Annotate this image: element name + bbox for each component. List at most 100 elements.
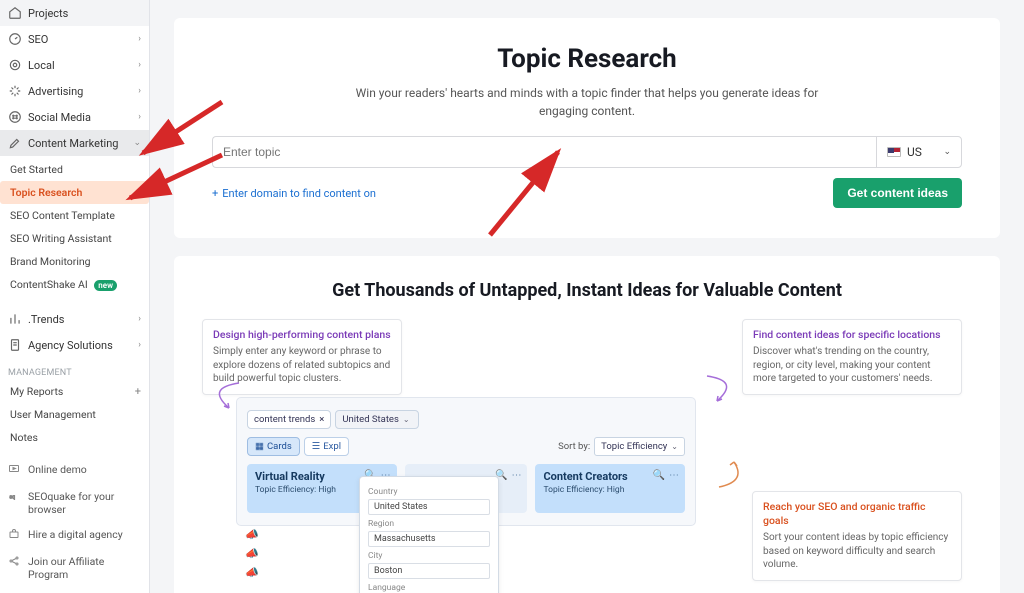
get-content-ideas-button[interactable]: Get content ideas — [833, 178, 962, 208]
chevron-down-icon: ⌄ — [403, 415, 410, 424]
mock-filter-icons: 📣 📣 📣 — [245, 528, 259, 579]
search-icon: 🔍 — [653, 470, 665, 481]
sidebar-item-social[interactable]: Social Media › — [0, 104, 149, 130]
tip-seo-goals: Reach your SEO and organic traffic goals… — [752, 491, 962, 581]
mock-tab-cards: ▦ Cards — [247, 437, 300, 456]
promo-title: Get Thousands of Untapped, Instant Ideas… — [202, 280, 972, 301]
chevron-down-icon: ⌄ — [671, 442, 678, 451]
footer-affiliate[interactable]: Join our Affiliate Program — [0, 549, 149, 587]
topic-input[interactable] — [212, 136, 876, 168]
sidebar-label: Local — [28, 59, 55, 72]
us-flag-icon — [887, 147, 901, 157]
chevron-right-icon: › — [138, 86, 141, 96]
footer-online-demo[interactable]: Online demo — [0, 457, 149, 484]
mock-chip: content trends × — [247, 410, 331, 429]
subitem-topic-research[interactable]: Topic Research — [0, 181, 149, 204]
mock-tab-explorer: ☰ Expl — [304, 437, 349, 456]
hero-card: Topic Research Win your readers' hearts … — [174, 18, 1000, 238]
connector-arrow-icon — [714, 459, 754, 489]
mock-topic-card: 🔍⋯ Content Creators Topic Efficiency: Hi… — [535, 464, 685, 513]
sidebar-item-seo[interactable]: SEO › — [0, 26, 149, 52]
dropdown-value: United States — [368, 499, 490, 515]
search-row: US ⌄ — [212, 136, 962, 168]
dropdown-label: Language — [368, 583, 490, 593]
sidebar-item-trends[interactable]: .Trends › — [0, 306, 149, 332]
plus-icon: + — [212, 187, 218, 200]
play-icon — [8, 463, 22, 478]
bullhorn-icon: 📣 — [245, 528, 259, 541]
mgmt-notes[interactable]: Notes — [0, 426, 149, 449]
tip-title: Reach your SEO and organic traffic goals — [763, 500, 951, 528]
bars-icon — [8, 312, 22, 326]
sparkle-icon — [8, 84, 22, 98]
enter-domain-link[interactable]: + Enter domain to find content on — [212, 187, 376, 200]
sidebar-item-projects[interactable]: Projects — [0, 0, 149, 26]
sidebar-item-advertising[interactable]: Advertising › — [0, 78, 149, 104]
pencil-icon — [8, 136, 22, 150]
subitem-seo-writing-assistant[interactable]: SEO Writing Assistant — [0, 227, 149, 250]
more-icon: ⋯ — [511, 470, 521, 481]
sidebar-label: .Trends — [28, 313, 64, 326]
locale-select[interactable]: US ⌄ — [876, 136, 962, 168]
footer-seoquake[interactable]: sq SEOquake for your browser — [0, 484, 149, 522]
chevron-right-icon: › — [138, 60, 141, 70]
locale-label: US — [907, 145, 922, 159]
subitem-label: ContentShake AI — [10, 278, 88, 291]
mgmt-my-reports[interactable]: My Reports + — [0, 380, 149, 403]
secondary-row: + Enter domain to find content on Get co… — [212, 178, 962, 208]
doc-icon — [8, 338, 22, 352]
new-badge: new — [94, 280, 117, 291]
dropdown-value: Massachusetts — [368, 531, 490, 547]
mock-location-dropdown: Country United States Region Massachuset… — [359, 476, 499, 593]
page-title: Topic Research — [212, 44, 962, 74]
target-icon — [8, 58, 22, 72]
sort-select: Topic Efficiency ⌄ — [594, 437, 685, 456]
sidebar-item-content-marketing[interactable]: Content Marketing ⌄ — [0, 130, 149, 156]
footer-hire-agency[interactable]: Hire a digital agency — [0, 522, 149, 549]
sq-icon: sq — [8, 490, 22, 505]
sidebar-label: Advertising — [28, 85, 83, 98]
mgmt-label: My Reports — [10, 385, 63, 398]
sidebar-item-local[interactable]: Local › — [0, 52, 149, 78]
sidebar-label: Content Marketing — [28, 137, 118, 150]
close-icon: × — [319, 414, 324, 425]
subitem-contentshake-ai[interactable]: ContentShake AI new — [0, 273, 149, 296]
home-icon — [8, 6, 22, 20]
dropdown-value: Boston — [368, 563, 490, 579]
mock-country-label: United States — [342, 414, 399, 425]
more-icon: ⋯ — [669, 470, 679, 481]
topic-efficiency: Topic Efficiency: High — [543, 485, 677, 495]
promo-card: Get Thousands of Untapped, Instant Ideas… — [174, 256, 1000, 593]
chevron-right-icon: › — [138, 34, 141, 44]
tip-title: Design high-performing content plans — [213, 328, 391, 342]
tip-body: Sort your content ideas by topic efficie… — [763, 531, 951, 572]
footer-label: Hire a digital agency — [28, 528, 123, 541]
sidebar-item-agency-solutions[interactable]: Agency Solutions › — [0, 332, 149, 358]
mgmt-user-management[interactable]: User Management — [0, 403, 149, 426]
tip-title: Find content ideas for specific location… — [753, 328, 951, 342]
chevron-down-icon: ⌄ — [943, 147, 951, 157]
subitem-seo-content-template[interactable]: SEO Content Template — [0, 204, 149, 227]
plus-icon[interactable]: + — [135, 385, 141, 398]
sort-label: Sort by: — [558, 441, 590, 452]
dropdown-label: Region — [368, 519, 490, 529]
gauge-icon — [8, 32, 22, 46]
list-icon: ☰ — [312, 441, 321, 452]
share-icon — [8, 555, 22, 570]
sidebar: Projects SEO › Local › Advertising › Soc… — [0, 0, 150, 593]
footer-api[interactable]: Have you seen our new customizable API f… — [0, 587, 149, 593]
bag-icon — [8, 528, 22, 543]
dropdown-label: Country — [368, 487, 490, 497]
sidebar-label: Projects — [28, 7, 68, 20]
subitem-get-started[interactable]: Get Started — [0, 158, 149, 181]
mock-chip-label: content trends — [254, 414, 315, 425]
svg-text:sq: sq — [10, 495, 16, 501]
dropdown-label: City — [368, 551, 490, 561]
grid-icon: ▦ — [255, 441, 264, 452]
chevron-right-icon: › — [138, 340, 141, 350]
tip-location-ideas: Find content ideas for specific location… — [742, 319, 962, 395]
subitem-brand-monitoring[interactable]: Brand Monitoring — [0, 250, 149, 273]
chevron-right-icon: › — [138, 314, 141, 324]
sidebar-label: Social Media — [28, 111, 91, 124]
bullhorn-icon: 📣 — [245, 566, 259, 579]
